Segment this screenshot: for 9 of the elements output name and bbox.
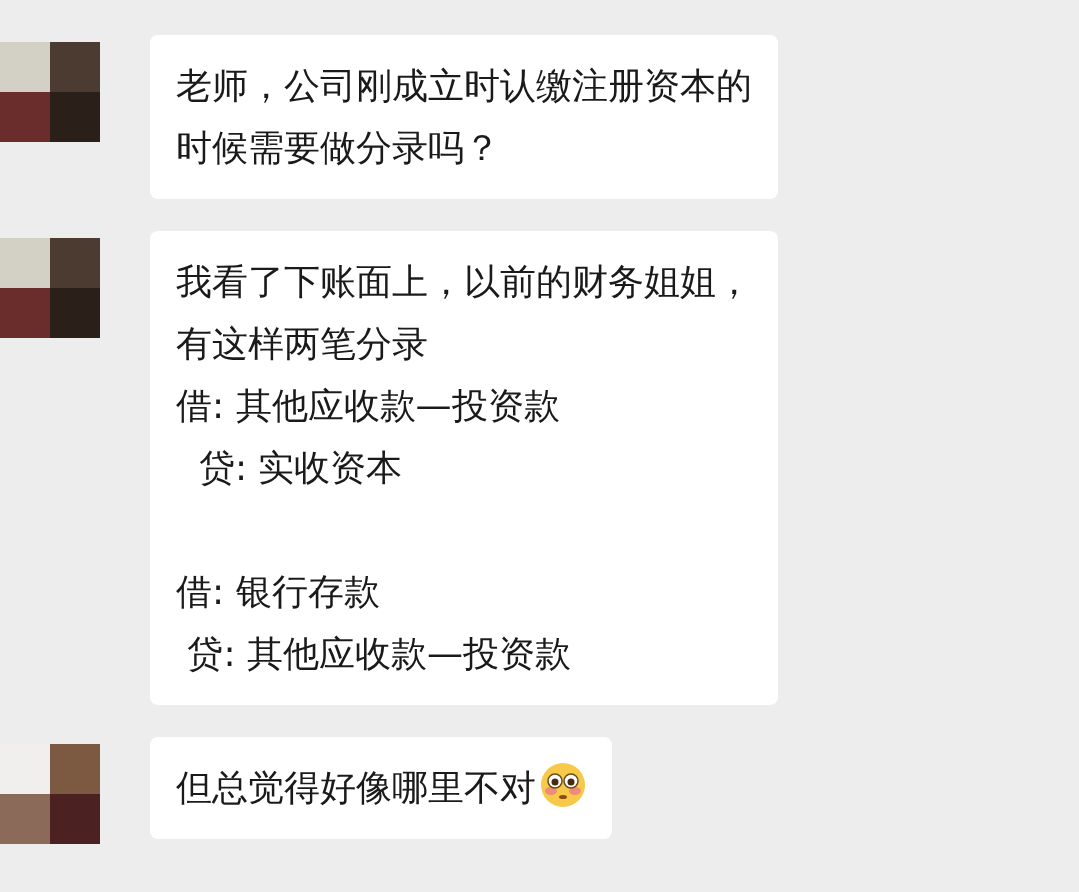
- message-text: 有这样两笔分录: [176, 323, 428, 364]
- message-text: 贷: 其他应收款—投资款: [186, 633, 571, 674]
- message-text: 但总觉得好像哪里不对: [176, 767, 536, 808]
- message-text: 老师，公司刚成立时认缴注册资本的: [176, 65, 752, 106]
- message-text: 借: 其他应收款—投资款: [176, 385, 560, 426]
- message-text: 借: 银行存款: [176, 571, 380, 612]
- message-text: 贷: 实收资本: [197, 447, 403, 488]
- message-text: 我看了下账面上，以前的财务姐姐，: [176, 261, 752, 302]
- message-text: 时候需要做分录吗？: [176, 127, 500, 168]
